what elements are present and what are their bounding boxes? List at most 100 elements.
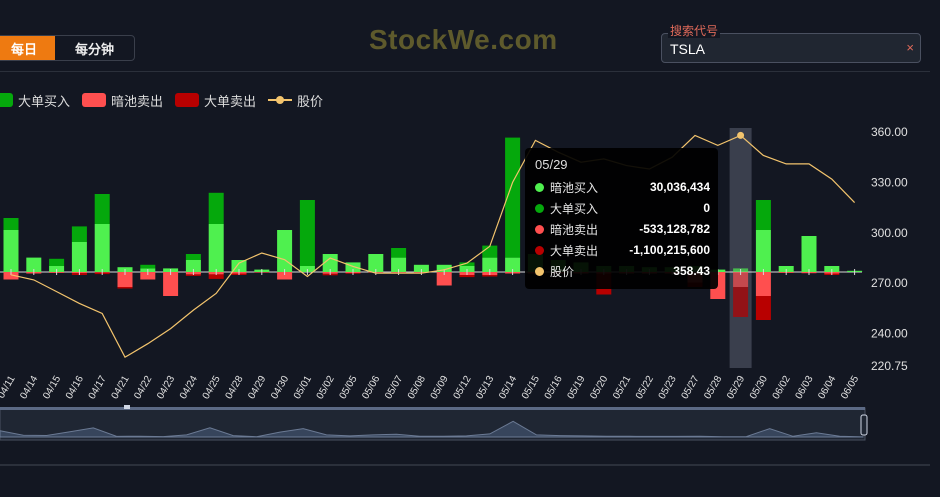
dot-icon	[535, 203, 544, 213]
x-tick-label: 05/07	[383, 374, 405, 402]
x-tick-label: 05/22	[634, 374, 656, 402]
y-tick-label: 270.00	[871, 276, 908, 290]
x-tick-label: 06/05	[839, 374, 861, 402]
x-tick-label: 06/04	[816, 374, 838, 402]
dot-icon	[535, 224, 544, 234]
tooltip: 05/29 暗池买入 30,036,434 大单买入 0 暗池卖出 -533,1…	[525, 148, 718, 289]
y-tick-label: 240.00	[871, 327, 908, 341]
x-tick-label: 04/17	[87, 374, 109, 402]
tooltip-key: 暗池买入	[550, 180, 599, 195]
x-tick-label: 05/08	[406, 374, 428, 402]
bar-block-buy[interactable]	[49, 258, 65, 266]
bar-block-sell[interactable]	[755, 296, 771, 320]
bar-block-sell[interactable]	[733, 287, 749, 317]
tooltip-key: 股价	[550, 264, 575, 279]
tooltip-value: -1,100,215,600	[629, 243, 710, 257]
bar-block-buy[interactable]	[391, 248, 407, 258]
bar-block-buy[interactable]	[755, 200, 771, 230]
x-tick-label: 05/06	[360, 374, 382, 402]
bar-block-buy[interactable]	[140, 264, 156, 269]
price-point-highlight[interactable]	[737, 131, 745, 139]
x-tick-label: 04/16	[64, 374, 86, 402]
x-tick-label: 05/20	[588, 374, 610, 402]
bar-block-buy[interactable]	[299, 200, 315, 266]
tooltip-row: 暗池卖出 -533,128,782	[535, 220, 710, 238]
bar-block-sell[interactable]	[459, 275, 475, 278]
bar-dark-buy[interactable]	[277, 230, 293, 272]
x-tick-label: 05/29	[725, 374, 747, 402]
x-tick-label: 05/15	[520, 374, 542, 402]
y-tick-label: 220.75	[871, 359, 908, 373]
bar-block-buy[interactable]	[3, 218, 19, 230]
tooltip-value: -533,128,782	[639, 222, 710, 236]
bar-dark-buy[interactable]	[801, 236, 817, 272]
x-tick-label: 05/23	[657, 374, 679, 402]
x-tick-label: 05/16	[543, 374, 565, 402]
x-tick-label: 05/12	[452, 374, 474, 402]
x-tick-label: 04/11	[0, 374, 18, 401]
x-tick-label: 04/29	[246, 374, 268, 402]
x-tick-label: 05/09	[429, 374, 451, 402]
x-tick-label: 05/30	[748, 374, 770, 402]
bar-block-sell[interactable]	[208, 274, 224, 279]
highlight-band	[729, 128, 752, 368]
x-tick-label: 05/14	[497, 374, 519, 402]
tooltip-key: 暗池卖出	[550, 222, 599, 237]
x-tick-label: 04/28	[224, 374, 246, 402]
footer-divider	[0, 464, 930, 466]
tooltip-date: 05/29	[535, 157, 568, 172]
x-tick-label: 05/02	[315, 374, 337, 402]
dot-icon	[535, 245, 544, 255]
tooltip-key: 大单买入	[550, 201, 599, 216]
bar-dark-buy[interactable]	[94, 224, 110, 272]
x-tick-label: 04/24	[178, 374, 200, 402]
x-tick-label: 04/15	[41, 374, 63, 402]
y-tick-label: 330.00	[871, 175, 908, 189]
tooltip-row: 股价 358.43	[535, 262, 710, 280]
zoom-slider[interactable]	[0, 407, 866, 441]
y-tick-label: 360.00	[871, 125, 908, 139]
zoom-handle-right[interactable]	[860, 414, 868, 436]
y-tick-label: 300.00	[871, 226, 908, 240]
x-tick-label: 04/14	[18, 374, 40, 402]
x-tick-label: 06/02	[771, 374, 793, 402]
bar-block-sell[interactable]	[117, 287, 133, 289]
zoom-grip-icon[interactable]	[124, 405, 130, 409]
dot-icon	[535, 182, 544, 192]
bar-block-buy[interactable]	[71, 226, 87, 242]
price-line[interactable]	[10, 134, 856, 359]
tooltip-key: 大单卖出	[550, 243, 599, 258]
x-tick-label: 04/21	[110, 374, 132, 402]
x-tick-label: 04/22	[132, 374, 154, 402]
dot-icon	[535, 266, 544, 276]
x-tick-label: 05/05	[338, 374, 360, 402]
tooltip-row: 大单卖出 -1,100,215,600	[535, 241, 710, 259]
x-tick-label: 05/01	[292, 374, 314, 402]
x-tick-label: 04/23	[155, 374, 177, 402]
tooltip-value: 0	[703, 201, 710, 215]
x-tick-label: 04/25	[201, 374, 223, 402]
x-tick-label: 05/19	[566, 374, 588, 402]
x-tick-label: 05/21	[611, 374, 633, 402]
x-tick-label: 06/03	[794, 374, 816, 402]
x-tick-label: 04/30	[269, 374, 291, 402]
bar-dark-buy[interactable]	[208, 224, 224, 272]
bar-block-buy[interactable]	[94, 194, 110, 224]
tooltip-value: 30,036,434	[649, 180, 710, 194]
bar-block-buy[interactable]	[482, 245, 498, 258]
bar-block-buy[interactable]	[185, 254, 201, 260]
x-tick-label: 05/13	[474, 374, 496, 402]
chart-canvas[interactable]: 04/11 04/14 04/15 04/16 04/17 04/21 04/22 04/23…	[0, 0, 940, 460]
bar-dark-sell[interactable]	[163, 272, 179, 296]
tooltip-row: 大单买入 0	[535, 199, 710, 217]
bar-dark-sell[interactable]	[755, 272, 771, 296]
x-tick-label: 05/27	[680, 374, 702, 402]
bar-block-sell[interactable]	[482, 275, 498, 277]
tooltip-row: 暗池买入 30,036,434	[535, 178, 710, 196]
bar-dark-buy[interactable]	[3, 230, 19, 272]
app-root: 每日 每分钟 StockWe.com 搜索代号 TSLA × 大单买入 暗池卖出…	[0, 0, 940, 497]
bar-dark-buy[interactable]	[71, 242, 87, 272]
bar-block-buy[interactable]	[208, 192, 224, 224]
bar-dark-buy[interactable]	[755, 230, 771, 272]
x-tick-label: 05/28	[702, 374, 724, 402]
